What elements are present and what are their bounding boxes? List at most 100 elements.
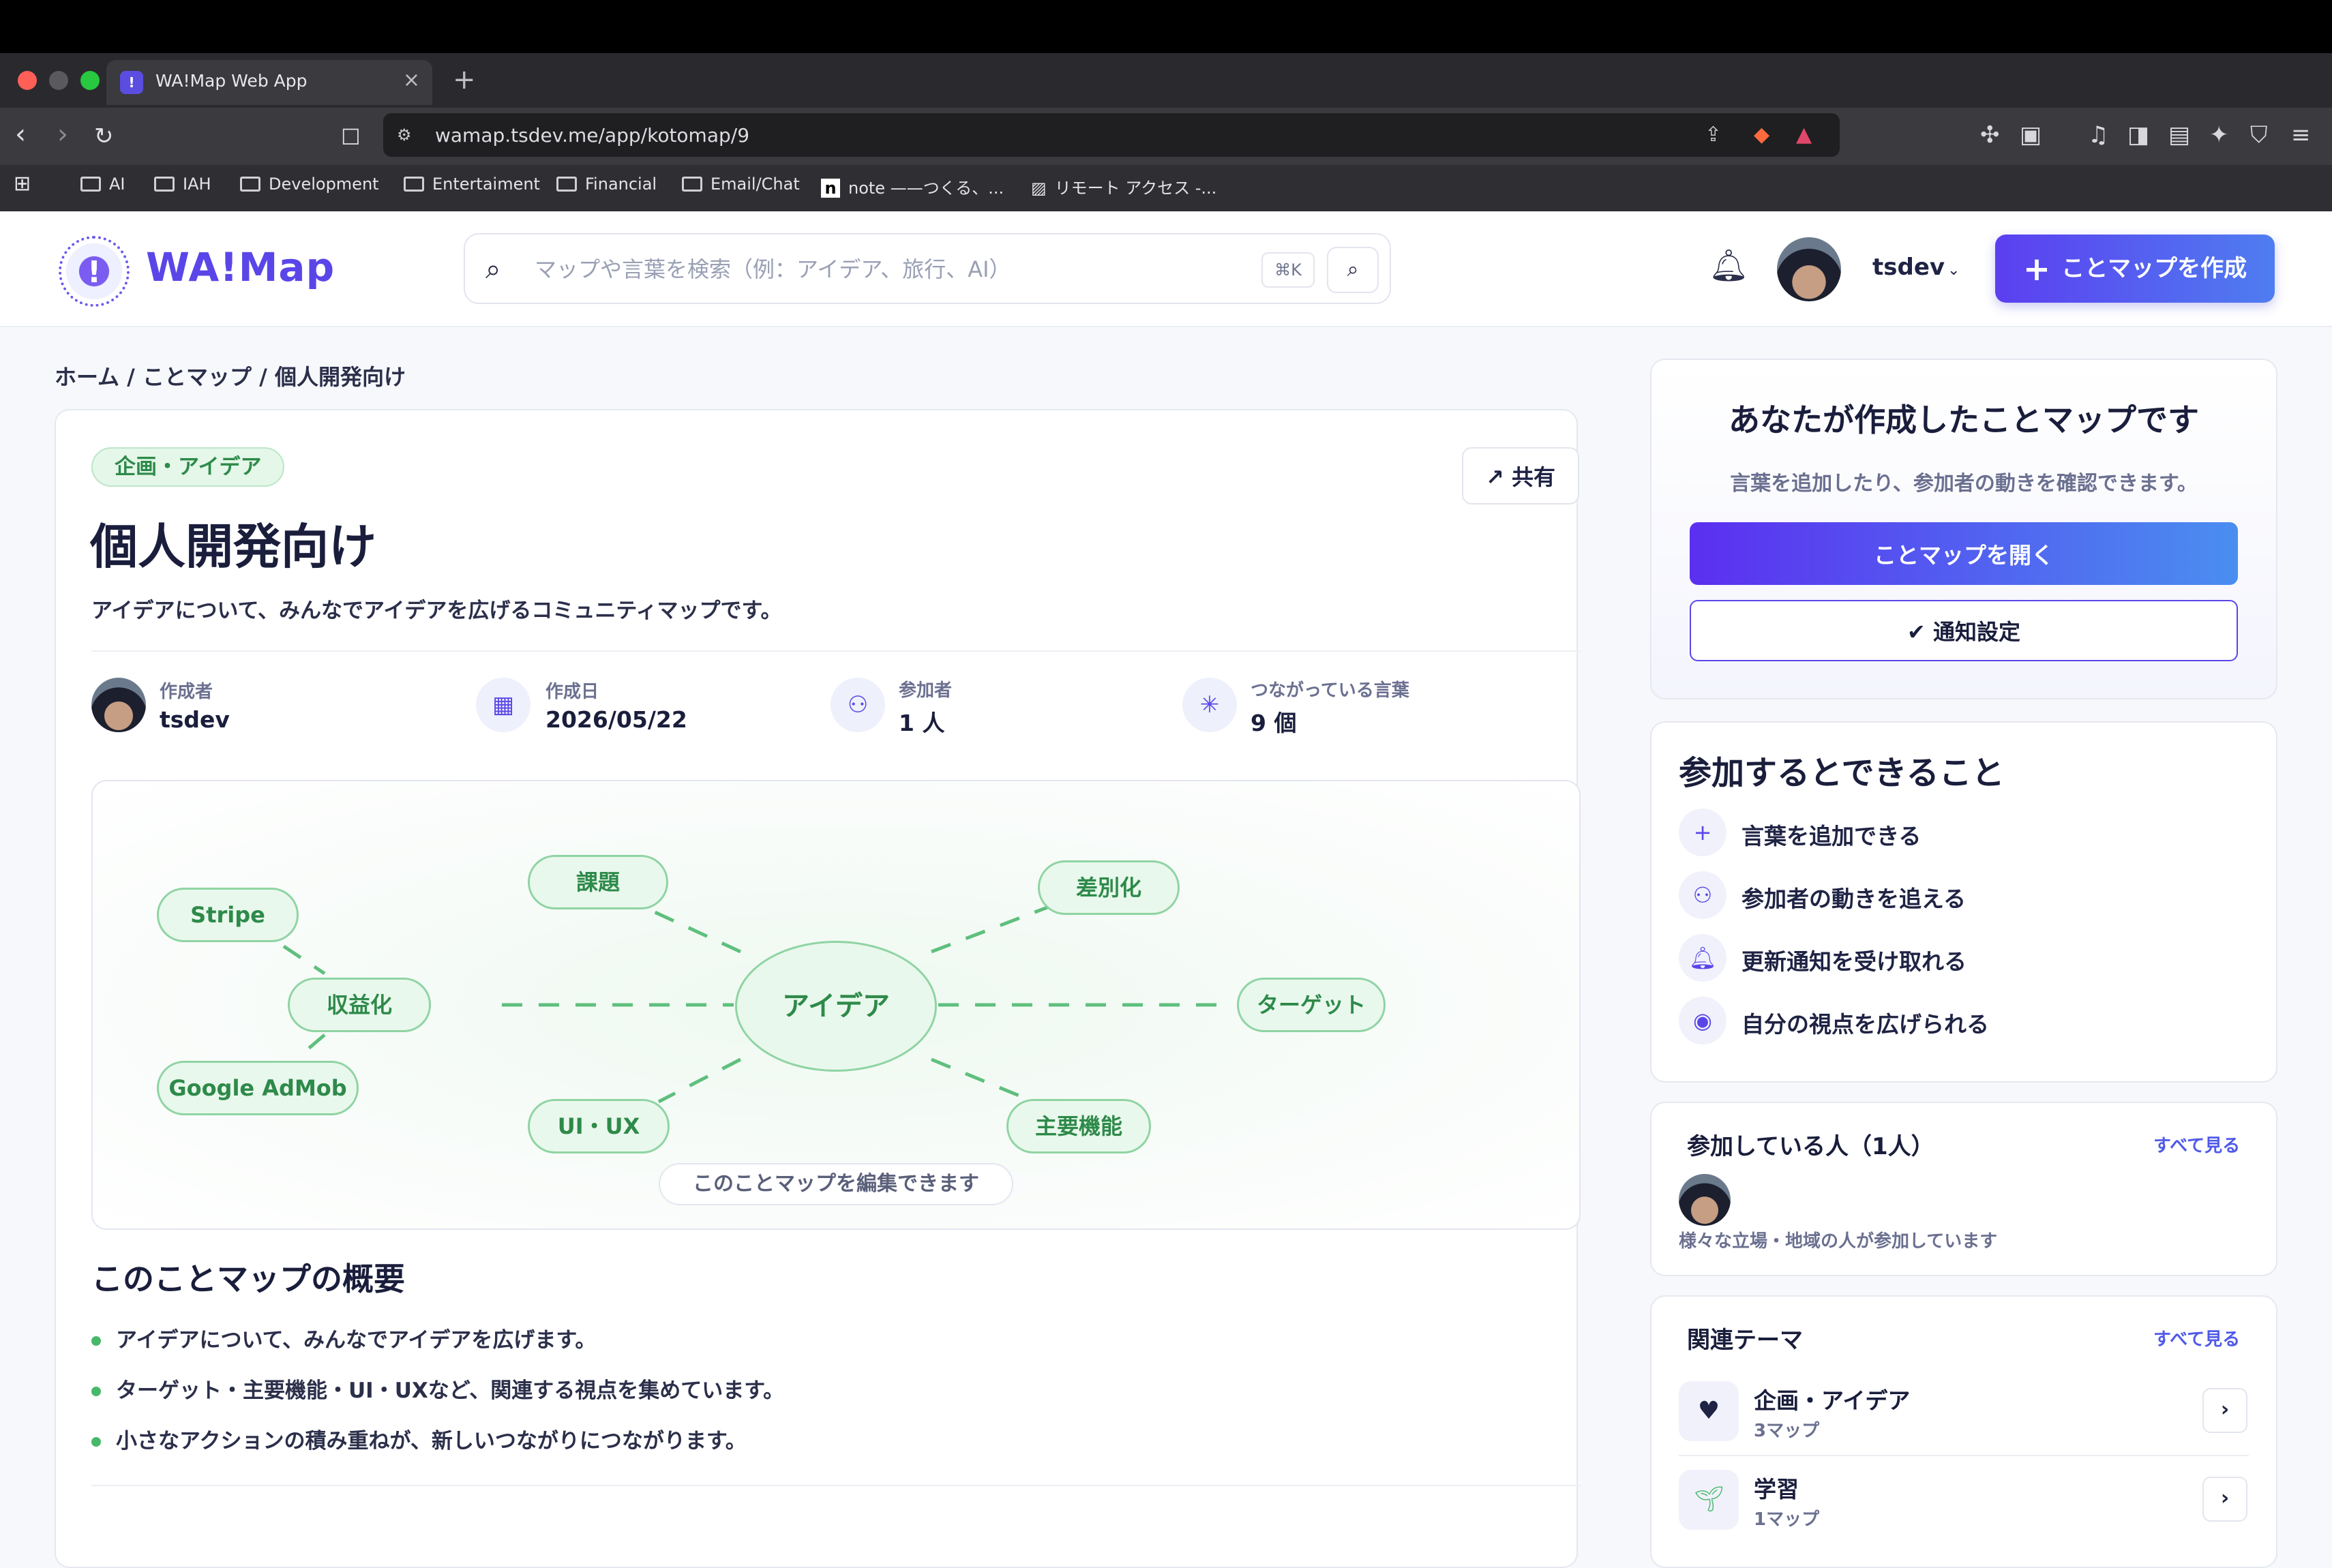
- map-node-shuyo[interactable]: 主要機能: [1006, 1099, 1151, 1154]
- bookmark-note[interactable]: n note ——つくる、...: [821, 175, 1004, 198]
- map-node-target[interactable]: ターゲット: [1237, 978, 1386, 1032]
- map-node-center[interactable]: アイデア: [735, 941, 937, 1072]
- eye-icon: ◉: [1679, 997, 1726, 1044]
- apps-grid-icon[interactable]: ⊞: [14, 172, 31, 196]
- map-node-admob[interactable]: Google AdMob: [157, 1061, 359, 1115]
- divider: [91, 650, 1581, 652]
- creator-value[interactable]: tsdev: [160, 706, 230, 733]
- related-theme-count: 3マップ: [1754, 1421, 1820, 1441]
- map-node-stripe[interactable]: Stripe: [157, 888, 299, 942]
- forward-icon[interactable]: ›: [57, 119, 68, 150]
- share-page-icon[interactable]: ⇪: [1705, 123, 1722, 147]
- sprout-icon: 🌱︎: [1679, 1470, 1739, 1530]
- menu-icon[interactable]: ≡: [2291, 121, 2311, 149]
- window-close-button[interactable]: [18, 71, 37, 90]
- back-icon[interactable]: ‹: [15, 119, 26, 150]
- notification-settings-button[interactable]: ✔ 通知設定: [1690, 600, 2238, 661]
- reload-icon[interactable]: ↻: [94, 123, 114, 150]
- reader-icon[interactable]: ▣: [2020, 121, 2042, 149]
- open-kotomap-button[interactable]: ことマップを開く: [1690, 522, 2238, 585]
- header-username[interactable]: tsdev: [1872, 254, 1945, 281]
- related-theme-name[interactable]: 企画・アイデア: [1754, 1383, 1910, 1415]
- related-themes-title: 関連テーマ: [1687, 1327, 1803, 1354]
- share-button[interactable]: ↗ 共有: [1462, 447, 1579, 504]
- brave-shield-icon[interactable]: ◆: [1754, 123, 1769, 147]
- bookmark-development[interactable]: Development: [240, 175, 379, 194]
- search-button[interactable]: ⌕: [1327, 247, 1379, 293]
- map-node-kadai[interactable]: 課題: [528, 855, 668, 909]
- related-theme-name[interactable]: 学習: [1754, 1471, 1799, 1504]
- benefit-item: 自分の視点を広げられる: [1741, 1011, 1989, 1038]
- logo-icon[interactable]: !: [59, 236, 130, 307]
- participants-subtitle: 様々な立場・地域の人が参加しています: [1679, 1231, 1998, 1252]
- overview-bullet: アイデアについて、みんなでアイデアを広げます。: [91, 1323, 596, 1353]
- benefit-item: 言葉を追加できる: [1741, 823, 1922, 849]
- vpn-icon[interactable]: ⛉: [2250, 121, 2268, 149]
- extensions-icon[interactable]: ✣: [1980, 121, 2000, 149]
- calendar-icon: ▦: [476, 678, 530, 732]
- heart-icon: ♥: [1679, 1381, 1739, 1441]
- map-node-sabetsuka[interactable]: 差別化: [1038, 860, 1180, 915]
- bullet-dot-icon: [91, 1336, 101, 1346]
- chevron-right-icon[interactable]: ›: [2202, 1477, 2247, 1522]
- category-chip[interactable]: 企画・アイデア: [91, 447, 285, 487]
- bookmark-remote-access[interactable]: ▨ リモート アクセス -...: [1031, 175, 1216, 198]
- sidebar-toggle-icon[interactable]: ◨: [2127, 121, 2149, 149]
- note-favicon-icon: n: [821, 179, 840, 198]
- map-node-uiux[interactable]: UI・UX: [528, 1099, 670, 1154]
- wallet-icon[interactable]: ▤: [2168, 121, 2190, 149]
- folder-icon: [80, 177, 101, 192]
- remote-desktop-icon: ▨: [1031, 179, 1047, 198]
- benefits-title: 参加するとできること: [1679, 754, 2005, 792]
- overview-title: このことマップの概要: [91, 1261, 405, 1297]
- search-input[interactable]: [533, 250, 1147, 289]
- folder-icon: [682, 177, 702, 192]
- benefit-item: 参加者の動きを追える: [1741, 886, 1967, 912]
- address-bar[interactable]: ⚙ wamap.tsdev.me/app/kotomap/9 ⇪ ◆ ▲: [383, 113, 1840, 157]
- chevron-down-icon[interactable]: ⌄: [1947, 262, 1960, 279]
- participant-avatar[interactable]: [1679, 1174, 1731, 1226]
- window-minimize-button[interactable]: [49, 71, 68, 90]
- search-icon: ⌕: [485, 254, 501, 285]
- browser-tab[interactable]: ! WA!Map Web App ×: [106, 60, 432, 105]
- window-zoom-button[interactable]: [80, 71, 100, 90]
- search-box: ⌕ ⌘K ⌕: [464, 233, 1391, 304]
- tab-close-icon[interactable]: ×: [403, 68, 420, 92]
- map-node-shuekika[interactable]: 収益化: [288, 978, 431, 1032]
- tab-favicon-icon: !: [120, 71, 143, 94]
- bookmark-email-chat[interactable]: Email/Chat: [682, 175, 800, 194]
- leo-ai-icon[interactable]: ✦: [2209, 121, 2229, 149]
- folder-icon: [556, 177, 577, 192]
- related-see-all-link[interactable]: すべて見る: [2153, 1325, 2240, 1351]
- edge-center-shuyo: [931, 1057, 1034, 1104]
- kotomap-preview[interactable]: アイデア 課題 差別化 ターゲット 主要機能 UI・UX 収益化 Stripe …: [91, 780, 1581, 1230]
- notification-bell-icon[interactable]: 🔔︎: [1709, 247, 1748, 284]
- new-tab-icon[interactable]: +: [453, 64, 476, 95]
- bookmark-financial[interactable]: Financial: [556, 175, 657, 194]
- edit-hint-badge: このことマップを編集できます: [659, 1163, 1013, 1205]
- user-avatar[interactable]: [1777, 237, 1841, 301]
- site-settings-icon[interactable]: ⚙: [397, 125, 412, 145]
- brave-rewards-icon[interactable]: ▲: [1796, 123, 1812, 147]
- participants-see-all-link[interactable]: すべて見る: [2153, 1132, 2240, 1157]
- creator-avatar[interactable]: [91, 678, 146, 732]
- bell-icon: 🔔︎: [1679, 934, 1726, 982]
- benefit-item: 更新通知を受け取れる: [1741, 948, 1967, 975]
- logo-text[interactable]: WA!Map: [146, 244, 335, 290]
- breadcrumb[interactable]: ホーム / ことマップ / 個人開発向け: [55, 360, 406, 391]
- bookmark-icon[interactable]: ☐: [341, 124, 361, 150]
- media-icon[interactable]: ♫: [2088, 121, 2108, 149]
- chevron-right-icon[interactable]: ›: [2202, 1388, 2247, 1433]
- bookmark-ai[interactable]: AI: [80, 175, 125, 194]
- create-kotomap-button[interactable]: + ことマップを作成: [1995, 235, 2275, 303]
- tab-title: WA!Map Web App: [155, 71, 308, 91]
- related-theme-count: 1マップ: [1754, 1509, 1820, 1530]
- search-shortcut-badge: ⌘K: [1261, 252, 1315, 288]
- plus-icon: +: [2022, 250, 2051, 288]
- map-description: アイデアについて、みんなでアイデアを広げるコミュニティマップです。: [91, 599, 782, 623]
- edge-center-kadai: [651, 909, 742, 954]
- url-text[interactable]: wamap.tsdev.me/app/kotomap/9: [435, 124, 749, 147]
- bookmark-iah[interactable]: IAH: [154, 175, 211, 194]
- folder-icon: [404, 177, 424, 192]
- bookmark-entertaiment[interactable]: Entertaiment: [404, 175, 540, 194]
